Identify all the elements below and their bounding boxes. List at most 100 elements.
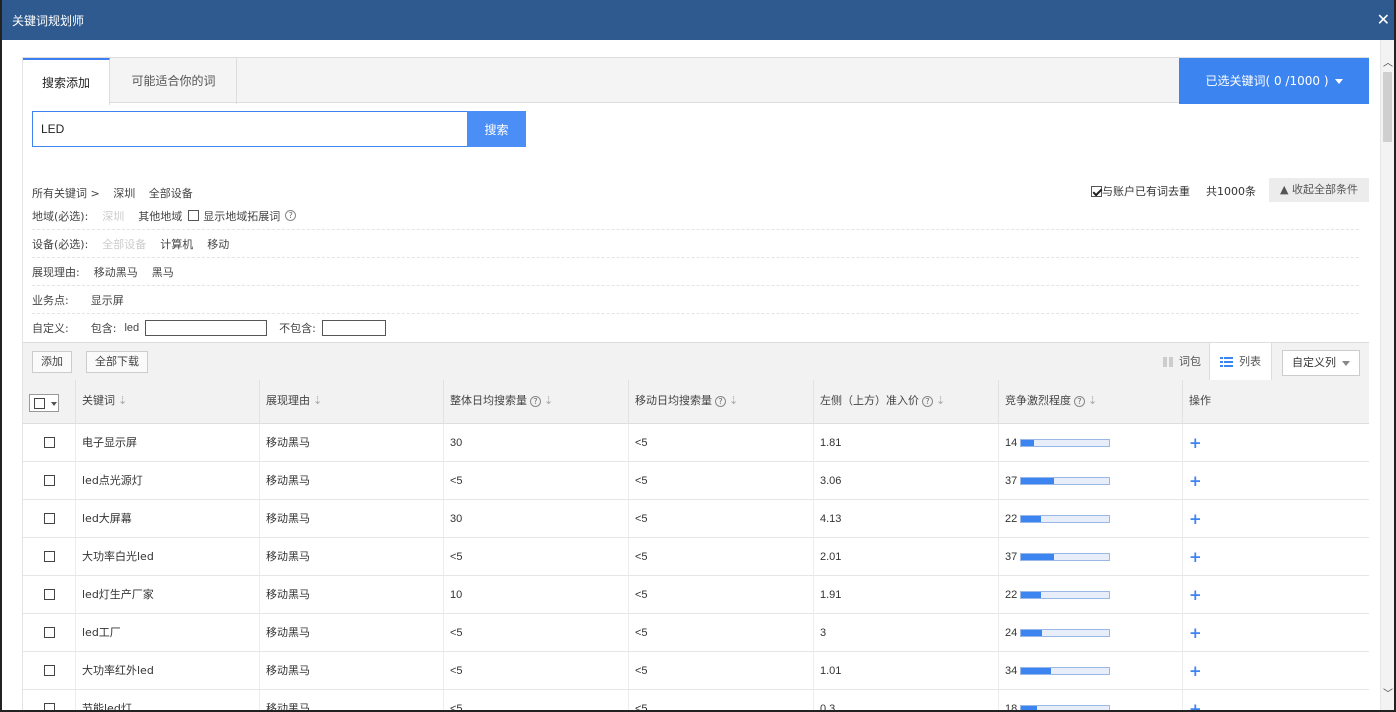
cell-keyword-value: 大功率红外led <box>82 664 154 677</box>
scroll-thumb[interactable] <box>1383 72 1392 142</box>
row-checkbox[interactable] <box>44 437 55 448</box>
row-checkbox[interactable] <box>44 475 55 486</box>
close-icon[interactable]: ✕ <box>1377 10 1390 29</box>
search-input[interactable] <box>32 111 468 147</box>
tab-bar: 搜索添加 可能适合你的词 已选关键词( 0 /1000 ) <box>23 57 1369 105</box>
cell-total: 30 <box>443 500 628 538</box>
sort-icon[interactable]: ⇣ <box>936 394 945 407</box>
reason-option-mobile-darkhorse[interactable]: 移动黑马 <box>94 264 138 280</box>
business-option-display[interactable]: 显示屏 <box>91 292 124 308</box>
help-icon[interactable]: ? <box>285 210 297 221</box>
add-keyword-icon[interactable]: + <box>1189 434 1202 452</box>
row-checkbox[interactable] <box>44 627 55 638</box>
cell-keyword-value: 节能led灯 <box>82 702 132 712</box>
help-icon[interactable]: ? <box>922 396 933 407</box>
reason-option-darkhorse[interactable]: 黑马 <box>152 264 174 280</box>
cell-total: 30 <box>443 424 628 462</box>
col-reason[interactable]: 展现理由 ⇣ <box>259 380 443 424</box>
dedupe-toggle[interactable]: 与账户已有词去重 共1000条 <box>1091 183 1256 199</box>
chevron-down-icon <box>1342 360 1350 366</box>
cell-price-value: 3 <box>820 627 827 639</box>
cell-keyword-value: led大屏幕 <box>82 512 132 525</box>
sort-icon[interactable]: ⇣ <box>729 394 738 407</box>
search-button[interactable]: 搜索 <box>467 111 526 147</box>
breadcrumb-root[interactable]: 所有关键词 > <box>32 187 100 200</box>
cell-mobile-value: <5 <box>635 589 648 601</box>
filter-business: 业务点: 显示屏 <box>32 286 1359 314</box>
sort-icon[interactable]: ⇣ <box>1088 394 1097 407</box>
cell-price: 0.3 <box>813 690 998 710</box>
device-option-mobile[interactable]: 移动 <box>207 236 229 252</box>
col-keyword[interactable]: 关键词 ⇣ <box>75 380 259 424</box>
cell-total: 10 <box>443 576 628 614</box>
view-list-tab[interactable]: 列表 <box>1209 343 1272 381</box>
cell-action: + <box>1182 576 1369 614</box>
device-option-all[interactable]: 全部设备 <box>102 236 146 252</box>
col-competition[interactable]: 竞争激烈程度? ⇣ <box>998 380 1182 424</box>
include-label: 包含: <box>90 322 117 335</box>
col-entry-price[interactable]: 左侧（上方）准入价? ⇣ <box>813 380 998 424</box>
cell-mobile-value: <5 <box>635 627 648 639</box>
help-icon[interactable]: ? <box>715 396 726 407</box>
cell-reason: 移动黑马 <box>259 424 443 462</box>
row-checkbox[interactable] <box>44 703 55 710</box>
competition-bar <box>1020 705 1111 710</box>
breadcrumb: 所有关键词 > 深圳 全部设备 <box>32 185 203 201</box>
exclude-input[interactable] <box>321 320 386 336</box>
competition-bar-fill <box>1021 592 1041 598</box>
region-option-other[interactable]: 其他地域 <box>138 208 182 224</box>
view-package-tab[interactable]: 词包 <box>1155 343 1209 381</box>
col-total-search[interactable]: 整体日均搜索量? ⇣ <box>443 380 628 424</box>
competition-bar <box>1020 553 1111 561</box>
selected-keywords-button[interactable]: 已选关键词( 0 /1000 ) <box>1179 58 1369 104</box>
cell-reason: 移动黑马 <box>259 614 443 652</box>
help-icon[interactable]: ? <box>530 396 541 407</box>
competition-bar-fill <box>1021 706 1038 710</box>
scroll-up-icon[interactable]: ︿ <box>1383 54 1393 69</box>
download-all-button[interactable]: 全部下载 <box>86 351 148 373</box>
cell-competition: 18 <box>998 690 1182 710</box>
include-input[interactable] <box>145 320 268 336</box>
row-checkbox[interactable] <box>44 551 55 562</box>
row-checkbox[interactable] <box>44 589 55 600</box>
tab-suggested-words[interactable]: 可能适合你的词 <box>111 58 237 104</box>
scrollbar[interactable]: ︿ ﹀ <box>1380 40 1394 710</box>
add-button[interactable]: 添加 <box>32 351 72 373</box>
row-checkbox[interactable] <box>44 513 55 524</box>
cell-total-value: <5 <box>450 665 463 677</box>
select-all-dropdown[interactable] <box>29 394 59 412</box>
result-count: 共1000条 <box>1206 185 1256 198</box>
competition-value: 22 <box>1005 513 1018 525</box>
add-keyword-icon[interactable]: + <box>1189 510 1202 528</box>
cell-competition: 37 <box>998 538 1182 576</box>
select-all-checkbox[interactable] <box>34 398 45 409</box>
filter-region-label: 地域(必选): <box>32 209 89 223</box>
collapse-conditions-button[interactable]: ▲ 收起全部条件 <box>1269 178 1369 202</box>
col-action: 操作 <box>1182 380 1369 424</box>
custom-columns-button[interactable]: 自定义列 <box>1282 350 1360 376</box>
help-icon[interactable]: ? <box>1074 396 1085 407</box>
competition-value: 37 <box>1005 475 1018 487</box>
sort-icon[interactable]: ⇣ <box>544 394 553 407</box>
add-keyword-icon[interactable]: + <box>1189 662 1202 680</box>
expand-region-checkbox[interactable] <box>188 210 200 221</box>
cell-mobile-value: <5 <box>635 703 648 712</box>
view-package-label: 词包 <box>1179 355 1201 368</box>
add-keyword-icon[interactable]: + <box>1189 586 1202 604</box>
device-option-computer[interactable]: 计算机 <box>160 236 193 252</box>
dedupe-checkbox[interactable] <box>1091 185 1102 197</box>
add-keyword-icon[interactable]: + <box>1189 548 1202 566</box>
add-keyword-icon[interactable]: + <box>1189 472 1202 490</box>
row-checkbox[interactable] <box>44 665 55 676</box>
cell-total: <5 <box>443 538 628 576</box>
add-keyword-icon[interactable]: + <box>1189 624 1202 642</box>
sort-icon[interactable]: ⇣ <box>118 394 127 407</box>
scroll-down-icon[interactable]: ﹀ <box>1383 685 1393 700</box>
cell-mobile: <5 <box>628 424 813 462</box>
tab-search-add[interactable]: 搜索添加 <box>23 58 110 105</box>
add-keyword-icon[interactable]: + <box>1189 700 1202 710</box>
col-mobile-search[interactable]: 移动日均搜索量? ⇣ <box>628 380 813 424</box>
region-option-shenzhen[interactable]: 深圳 <box>102 208 124 224</box>
sort-icon[interactable]: ⇣ <box>313 394 322 407</box>
cell-action: + <box>1182 500 1369 538</box>
